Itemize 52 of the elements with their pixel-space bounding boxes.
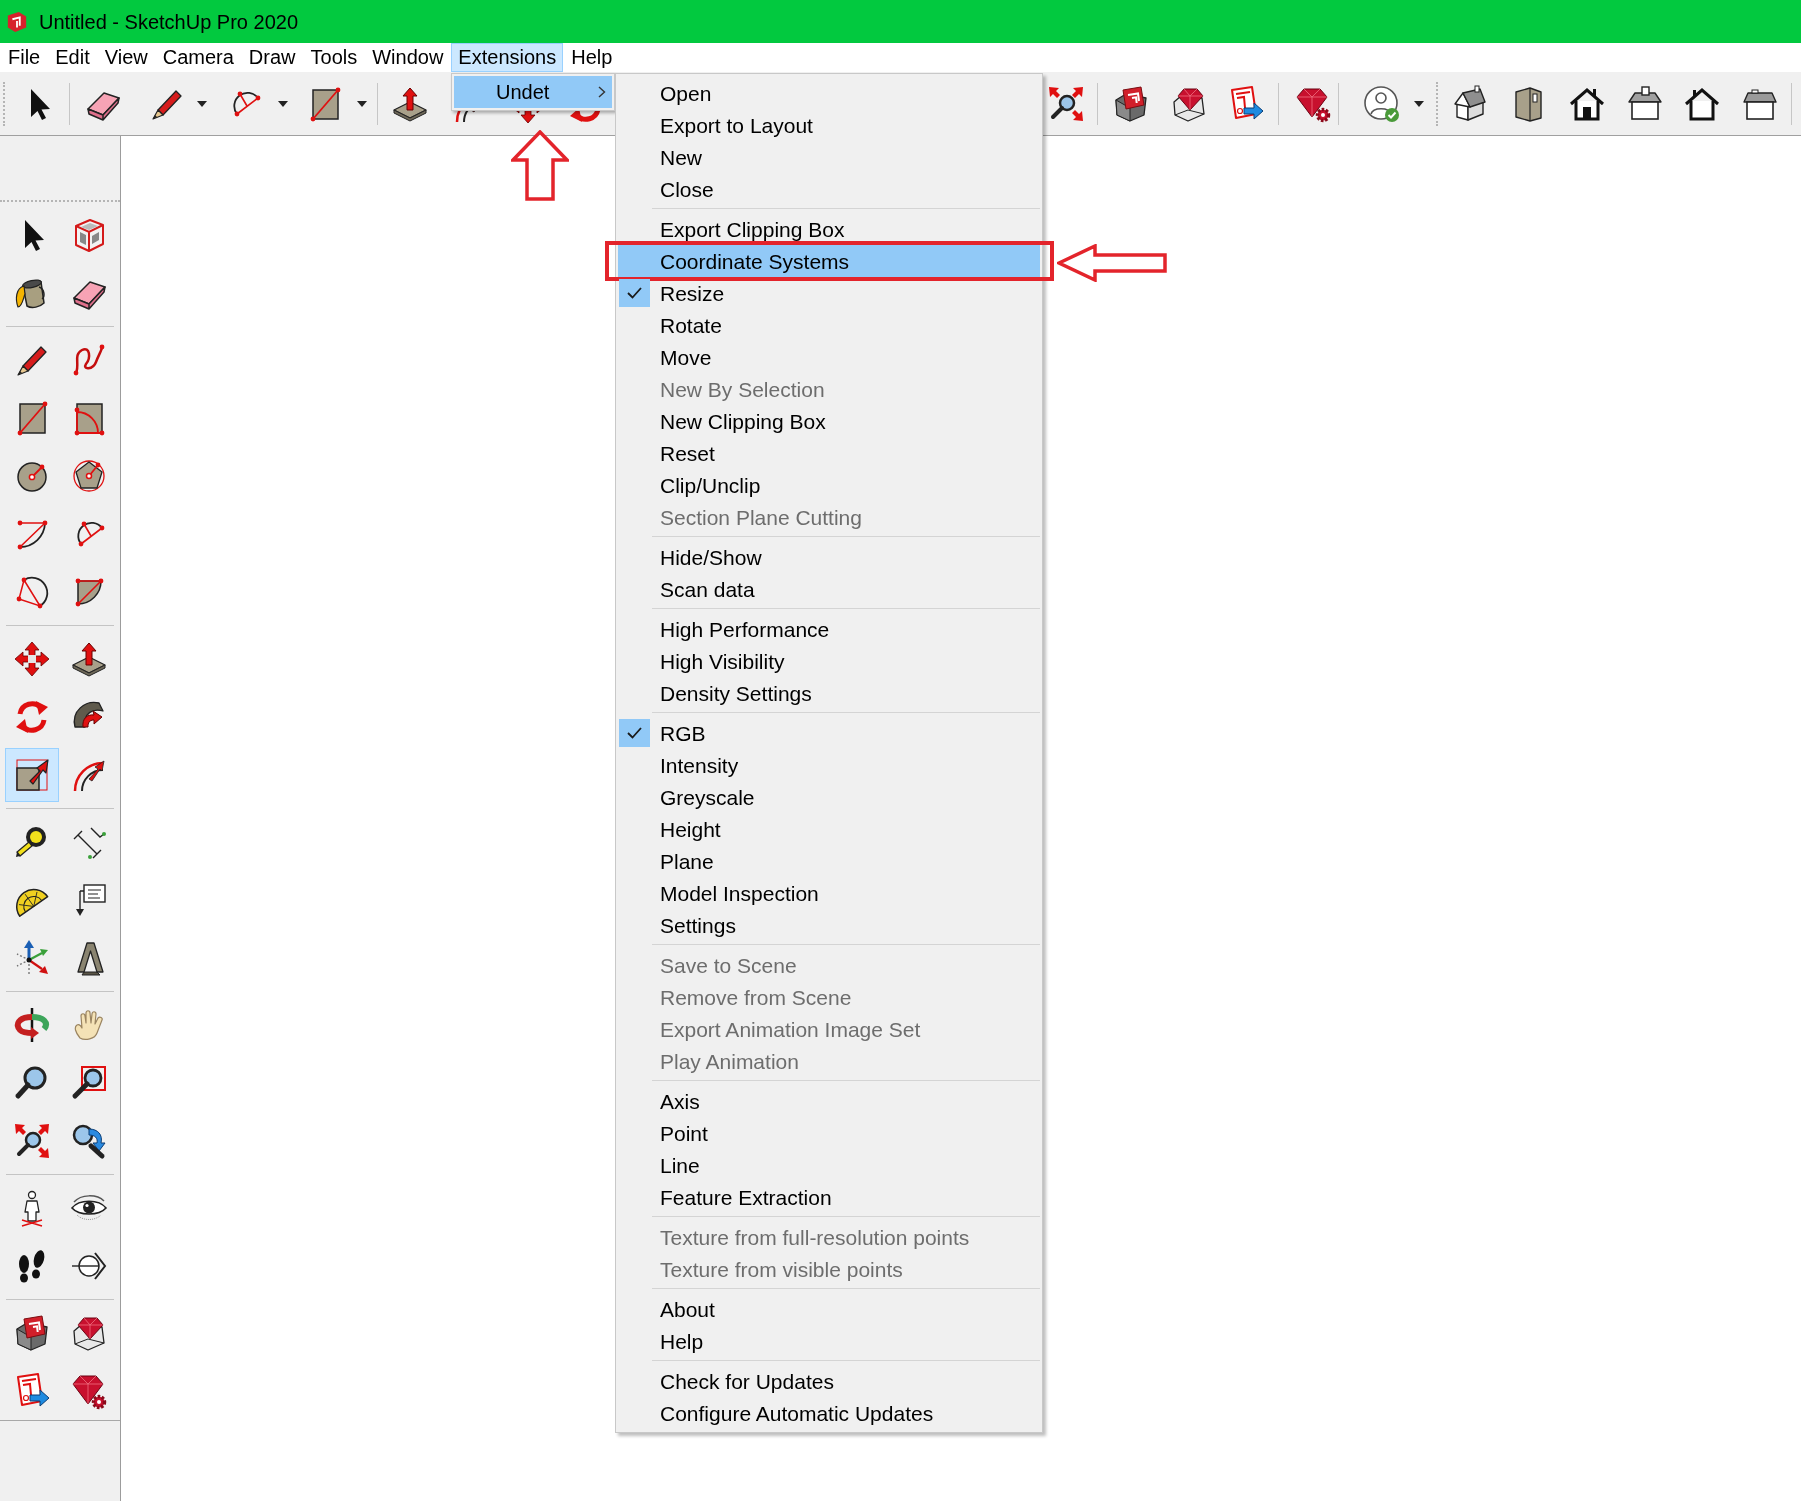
menu-bar-item[interactable]: Help [564, 43, 620, 72]
menu-item[interactable]: Resize [618, 277, 1040, 309]
menu-item[interactable]: Hide/Show [618, 541, 1040, 573]
menu-item[interactable]: Undet [454, 76, 612, 108]
menu-item[interactable]: Rotate [618, 309, 1040, 341]
menu-item[interactable]: Model Inspection [618, 877, 1040, 909]
menu-bar-item[interactable]: Extensions [451, 43, 564, 72]
menu-item[interactable]: Feature Extraction [618, 1181, 1040, 1213]
annotation-arrow [511, 130, 569, 201]
menu-item[interactable]: About [618, 1293, 1040, 1325]
menu-item[interactable]: RGB [618, 717, 1040, 749]
menu-bar-item[interactable]: Edit [48, 43, 97, 72]
menu-item[interactable]: Clip/Unclip [618, 469, 1040, 501]
menu-item[interactable]: Intensity [618, 749, 1040, 781]
menu-item[interactable]: New [618, 141, 1040, 173]
caret-icon[interactable] [1414, 100, 1424, 107]
menu-item[interactable]: Close [618, 173, 1040, 205]
menu-item[interactable]: Density Settings [618, 677, 1040, 709]
menu-item[interactable]: Coordinate Systems [618, 245, 1040, 277]
menu-item[interactable]: Axis [618, 1085, 1040, 1117]
user-check-icon[interactable] [1362, 83, 1402, 124]
menu-item[interactable]: Line [618, 1149, 1040, 1181]
menu-item[interactable]: Export to Layout [618, 109, 1040, 141]
menu-item[interactable]: Check for Updates [618, 1365, 1040, 1397]
menu-item[interactable]: Export Clipping Box [618, 213, 1040, 245]
menu-bar-item[interactable]: View [97, 43, 155, 72]
window-title: Untitled - SketchUp Pro 2020 [39, 9, 299, 34]
menu-item[interactable]: Reset [618, 437, 1040, 469]
menu-item[interactable]: Help [618, 1325, 1040, 1357]
menu-bar-item[interactable]: Tools [303, 43, 365, 72]
menu-item[interactable]: Point [618, 1117, 1040, 1149]
caret-icon[interactable] [197, 100, 207, 107]
menu-item[interactable]: Scan data [618, 573, 1040, 605]
menu-bar-item[interactable]: File [1, 43, 48, 72]
menu-item[interactable]: Settings [618, 909, 1040, 941]
menu-bar-item[interactable]: Camera [155, 43, 241, 72]
menu-item[interactable]: New Clipping Box [618, 405, 1040, 437]
scale-icon[interactable] [4, 748, 59, 802]
menu-item[interactable]: Move [618, 341, 1040, 373]
app-logo-icon [6, 10, 28, 33]
menu-item[interactable]: Open [618, 77, 1040, 109]
menu-item[interactable]: High Visibility [618, 645, 1040, 677]
caret-icon[interactable] [278, 100, 288, 107]
menu-item[interactable]: Height [618, 813, 1040, 845]
menu-item[interactable]: Configure Automatic Updates [618, 1397, 1040, 1429]
menu-item[interactable]: Plane [618, 845, 1040, 877]
menu-item[interactable]: Greyscale [618, 781, 1040, 813]
menu-bar-item[interactable]: Draw [241, 43, 303, 72]
menu-item[interactable]: High Performance [618, 613, 1040, 645]
chevron-right-icon [598, 86, 606, 98]
caret-icon[interactable] [357, 100, 367, 107]
menu-bar-item[interactable]: Window [365, 43, 451, 72]
